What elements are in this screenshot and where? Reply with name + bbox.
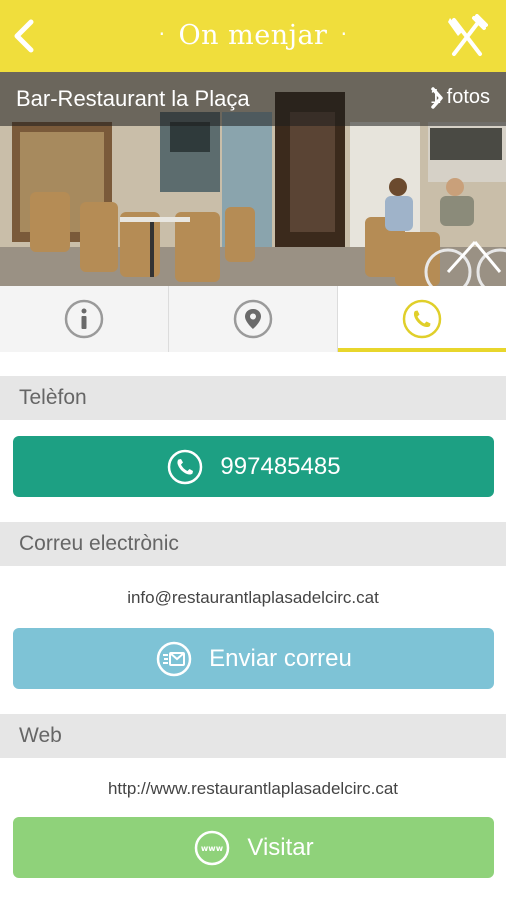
tab-contact[interactable]	[338, 286, 506, 352]
tab-location[interactable]	[169, 286, 338, 352]
email-address: info@restaurantlaplasadelcirc.cat	[127, 588, 379, 607]
photos-link[interactable]: 1 fotos	[430, 86, 490, 109]
email-send-icon	[156, 641, 192, 676]
globe-www-icon: www	[195, 830, 230, 865]
section-phone-label: Telèfon	[19, 386, 87, 409]
tab-info[interactable]	[0, 286, 169, 352]
title-dot-right: ·	[340, 22, 348, 46]
section-email-heading: Correu electrònic	[0, 522, 506, 566]
title-dot-left: ·	[158, 22, 166, 46]
section-web-label: Web	[19, 724, 62, 747]
back-button[interactable]	[8, 14, 40, 58]
website-url: http://www.restaurantlaplasadelcirc.cat	[107, 779, 399, 798]
phone-number: 997485485	[220, 452, 341, 480]
section-web-heading: Web	[0, 714, 506, 758]
location-pin-icon	[233, 299, 273, 339]
chevron-left-icon	[14, 19, 34, 53]
restaurant-photo[interactable]: Bar-Restaurant la Plaça 1 fotos	[0, 72, 506, 286]
visit-website-button[interactable]: www Visitar	[13, 817, 494, 878]
page-title: · On menjar ·	[120, 20, 386, 51]
send-email-button[interactable]: Enviar correu	[13, 628, 494, 689]
fork-knife-icon	[448, 14, 488, 56]
top-bar: · On menjar ·	[0, 0, 506, 72]
page-title-text: On menjar	[178, 20, 328, 51]
chevron-right-icon	[431, 87, 443, 109]
visit-website-label: Visitar	[247, 833, 314, 861]
phone-icon	[402, 299, 442, 339]
section-email-label: Correu electrònic	[19, 532, 179, 555]
send-email-label: Enviar correu	[209, 644, 352, 672]
info-icon	[64, 299, 104, 339]
menu-button[interactable]	[446, 14, 488, 58]
detail-tabs	[0, 286, 506, 352]
phone-icon	[168, 449, 203, 484]
www-icon-text: www	[201, 844, 224, 853]
call-button[interactable]: 997485485	[13, 436, 494, 497]
restaurant-name: Bar-Restaurant la Plaça	[16, 86, 250, 111]
section-phone-heading: Telèfon	[0, 376, 506, 420]
